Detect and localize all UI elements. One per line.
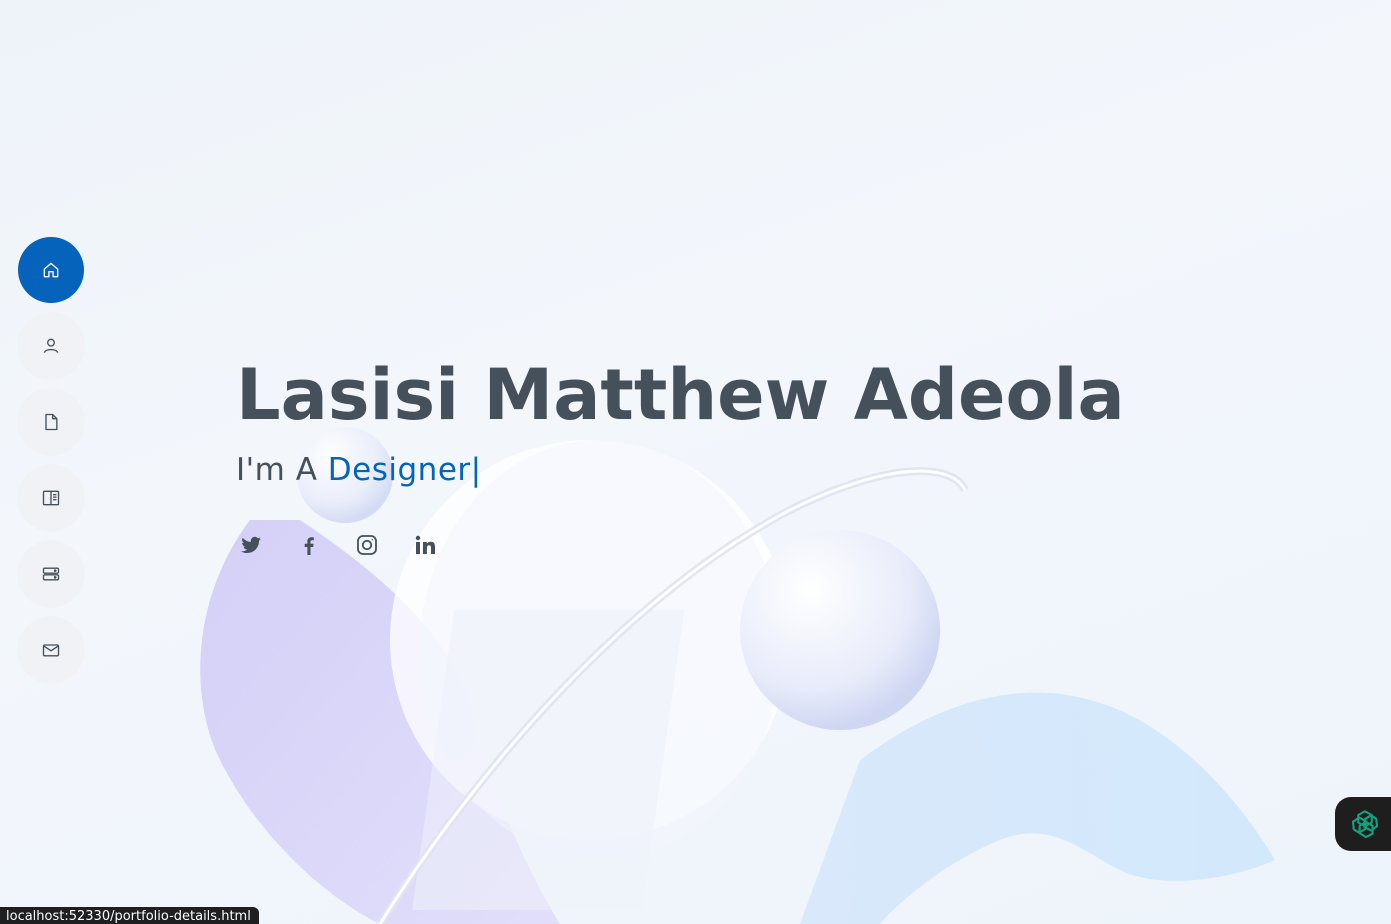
file-icon [45,413,58,431]
openai-logo-icon [1351,810,1379,839]
nav-about[interactable] [18,313,84,379]
hero-name: Lasisi Matthew Adeola [236,354,1125,436]
nav-services[interactable] [18,541,84,607]
assistant-launcher-button[interactable] [1335,797,1391,851]
linkedin-icon [415,535,435,554]
server-icon [42,567,60,581]
social-links [236,530,440,560]
instagram-icon [357,535,377,555]
envelope-icon [42,644,60,657]
book-half-icon [42,490,60,506]
nav-resume[interactable] [18,389,84,455]
twitter-link[interactable] [236,530,266,560]
nav-contact[interactable] [18,617,84,683]
side-nav [18,237,84,693]
hero-typed-role: Designer| [327,452,482,488]
browser-status-url: localhost:52330/portfolio-details.html [0,907,259,924]
twitter-icon [241,536,261,554]
nav-home[interactable] [18,237,84,303]
hero-background-art [200,427,1275,924]
linkedin-link[interactable] [410,530,440,560]
facebook-icon [304,537,314,555]
hero-subtitle-prefix: I'm A [236,452,318,488]
nav-portfolio[interactable] [18,465,84,531]
person-icon [43,338,59,353]
facebook-link[interactable] [294,530,324,560]
instagram-link[interactable] [352,530,382,560]
hero-subtitle: I'm A Designer| [236,452,482,488]
home-icon [43,262,59,278]
